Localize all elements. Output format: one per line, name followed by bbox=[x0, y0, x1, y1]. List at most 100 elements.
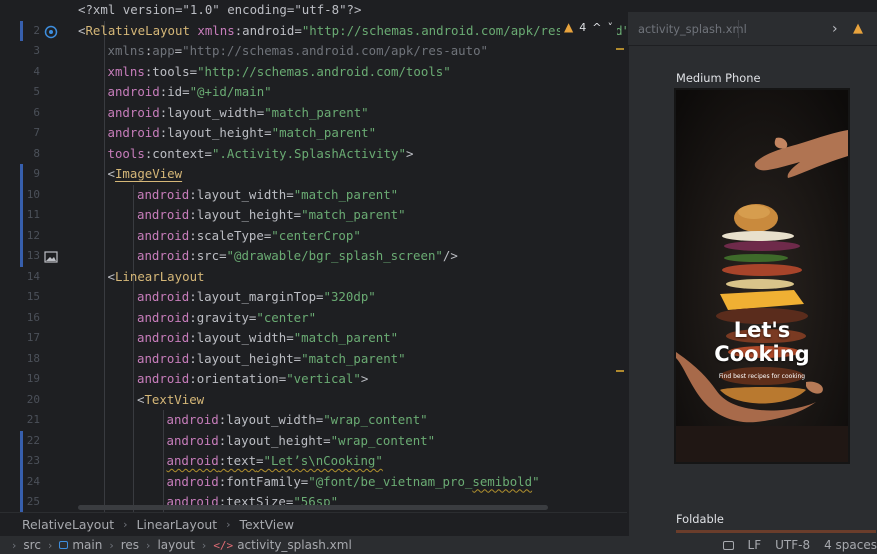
code-line[interactable]: <TextView bbox=[137, 390, 204, 411]
code-token: context bbox=[152, 145, 205, 161]
gutter-line[interactable]: 19 bbox=[0, 369, 74, 390]
code-token: android bbox=[137, 350, 190, 366]
gutter-line[interactable]: 17 bbox=[0, 328, 74, 349]
change-marker[interactable] bbox=[20, 471, 23, 492]
file-encoding[interactable]: UTF-8 bbox=[775, 538, 810, 552]
foldable-preview-edge[interactable] bbox=[676, 530, 876, 533]
status-bar: › src › main › res › layout › </> activi… bbox=[0, 536, 877, 554]
code-token: "centerCrop" bbox=[271, 227, 361, 243]
next-highlight-button[interactable]: ˅ bbox=[607, 21, 613, 34]
path-item-layout[interactable]: layout bbox=[157, 538, 194, 552]
breadcrumb-item-textview[interactable]: TextView bbox=[240, 517, 294, 532]
change-marker[interactable] bbox=[20, 205, 23, 226]
code-line[interactable]: android:layout_height="match_parent" bbox=[108, 123, 377, 144]
inspection-widget[interactable]: ▲ 4 ^ ˅ bbox=[560, 17, 617, 37]
code-line[interactable]: android:layout_marginTop="320dp" bbox=[137, 287, 376, 308]
breadcrumb-item-relativelayout[interactable]: RelativeLayout bbox=[22, 517, 114, 532]
code-token: fontFamily bbox=[226, 473, 301, 489]
code-line[interactable]: android:layout_height="match_parent" bbox=[137, 349, 406, 370]
gutter-line[interactable]: 13 bbox=[0, 246, 74, 267]
change-marker[interactable] bbox=[20, 164, 23, 185]
gutter-line[interactable]: 3 bbox=[0, 41, 74, 62]
xml-file-icon: </> bbox=[213, 538, 234, 552]
warning-icon[interactable]: ▲ bbox=[853, 12, 863, 46]
gutter-line[interactable]: 9 bbox=[0, 164, 74, 185]
gutter-line[interactable]: 12 bbox=[0, 225, 74, 246]
code-line[interactable]: tools:context=".Activity.SplashActivity"… bbox=[108, 144, 414, 165]
bean-icon[interactable] bbox=[44, 24, 58, 38]
gutter-line[interactable]: 6 bbox=[0, 103, 74, 124]
gutter-line[interactable] bbox=[0, 0, 74, 21]
gutter-line[interactable]: 25 bbox=[0, 492, 74, 512]
path-item-main[interactable]: main bbox=[72, 538, 102, 552]
gutter-line[interactable]: 14 bbox=[0, 267, 74, 288]
previous-highlight-button[interactable]: ^ bbox=[592, 21, 601, 34]
gutter-line[interactable]: 10 bbox=[0, 184, 74, 205]
code-line[interactable]: android:fontFamily="@font/be_vietnam_pro… bbox=[167, 472, 540, 493]
code-line[interactable]: android:layout_width="match_parent" bbox=[137, 185, 398, 206]
gutter-line[interactable]: 5 bbox=[0, 82, 74, 103]
code-line[interactable]: <?xml version="1.0" encoding="utf-8"?> bbox=[78, 0, 361, 21]
change-marker[interactable] bbox=[20, 430, 23, 451]
line-gutter[interactable]: 2 3 4 5 6 7 8 9 10 11 12 13 14 15 16 17 18 19 20 21 22 23 24 25 bbox=[0, 0, 74, 512]
code-line[interactable]: android:layout_width="match_parent" bbox=[137, 328, 398, 349]
code-token: android bbox=[137, 207, 190, 222]
gutter-line[interactable]: 8 bbox=[0, 144, 74, 165]
gutter-line[interactable]: 15 bbox=[0, 287, 74, 308]
change-marker[interactable] bbox=[20, 451, 23, 472]
image-icon[interactable] bbox=[44, 249, 58, 263]
breadcrumb-item-linearlayout[interactable]: LinearLayout bbox=[137, 517, 218, 532]
status-widgets: LF UTF-8 4 spaces bbox=[722, 536, 877, 554]
code-line[interactable]: android:scaleType="centerCrop" bbox=[137, 226, 361, 247]
gutter-line[interactable]: 2 bbox=[0, 20, 74, 41]
gutter-line[interactable]: 24 bbox=[0, 471, 74, 492]
path-item-res[interactable]: res bbox=[121, 538, 139, 552]
warning-mark[interactable] bbox=[616, 48, 624, 50]
change-marker[interactable] bbox=[20, 492, 23, 512]
gutter-line[interactable]: 22 bbox=[0, 430, 74, 451]
chevron-right-icon: › bbox=[109, 538, 114, 552]
code-line[interactable]: android:id="@+id/main" bbox=[108, 82, 272, 103]
indent-setting[interactable]: 4 spaces bbox=[824, 538, 877, 552]
preview-tab-title[interactable]: activity_splash.xml bbox=[638, 12, 747, 46]
code-line[interactable]: android:orientation="vertical"> bbox=[137, 369, 368, 390]
code-line[interactable]: <ImageView bbox=[108, 164, 183, 185]
warning-mark[interactable] bbox=[616, 370, 624, 372]
gutter-line[interactable]: 23 bbox=[0, 451, 74, 472]
gutter-line[interactable]: 18 bbox=[0, 349, 74, 370]
code-line[interactable]: android:layout_height="wrap_content" bbox=[167, 431, 436, 452]
code-line[interactable]: android:layout_height="match_parent" bbox=[137, 205, 406, 226]
gutter-line[interactable]: 7 bbox=[0, 123, 74, 144]
code-line[interactable]: android:text="Let’s\nCooking" bbox=[167, 451, 383, 472]
gutter-line[interactable]: 20 bbox=[0, 390, 74, 411]
code-editor[interactable]: 2 3 4 5 6 7 8 9 10 11 12 13 14 15 16 17 18 19 20 21 22 23 24 25… bbox=[0, 0, 627, 512]
line-ending[interactable]: LF bbox=[748, 538, 762, 552]
code-line[interactable]: xmlns:app="http://schemas.android.com/ap… bbox=[108, 41, 489, 62]
gutter-line[interactable]: 11 bbox=[0, 205, 74, 226]
code-area[interactable]: <?xml version="1.0" encoding="utf-8"?> <R… bbox=[78, 0, 627, 512]
chevron-right-icon[interactable]: › bbox=[832, 12, 838, 46]
horizontal-scrollbar[interactable] bbox=[78, 505, 548, 510]
code-line[interactable]: <RelativeLayout xmlns:android="http://sc… bbox=[78, 21, 627, 42]
code-token: "vertical" bbox=[286, 371, 361, 386]
code-line[interactable]: android:layout_width="wrap_content" bbox=[167, 410, 428, 431]
editor-error-stripe[interactable] bbox=[614, 40, 624, 510]
code-line[interactable]: <LinearLayout bbox=[108, 267, 205, 288]
change-marker[interactable] bbox=[20, 20, 23, 41]
code-line[interactable]: android:src="@drawable/bgr_splash_screen… bbox=[137, 246, 458, 267]
gutter-line[interactable]: 21 bbox=[0, 410, 74, 431]
code-line[interactable]: xmlns:tools="http://schemas.android.com/… bbox=[108, 62, 451, 83]
phone-preview[interactable]: Let's Cooking Find best recipes for cook… bbox=[674, 88, 850, 464]
code-token: : bbox=[189, 350, 197, 366]
code-line[interactable]: android:layout_width="match_parent" bbox=[108, 103, 369, 124]
path-item-src[interactable]: src bbox=[23, 538, 41, 552]
change-marker[interactable] bbox=[20, 246, 23, 267]
code-line[interactable]: android:gravity="center" bbox=[137, 308, 316, 329]
memory-indicator-icon[interactable] bbox=[722, 540, 734, 550]
gutter-line[interactable]: 16 bbox=[0, 308, 74, 329]
path-item-file[interactable]: activity_splash.xml bbox=[237, 538, 352, 552]
gutter-line[interactable]: 4 bbox=[0, 62, 74, 83]
code-token: layout_marginTop bbox=[196, 289, 317, 304]
change-marker[interactable] bbox=[20, 184, 23, 205]
change-marker[interactable] bbox=[20, 225, 23, 246]
